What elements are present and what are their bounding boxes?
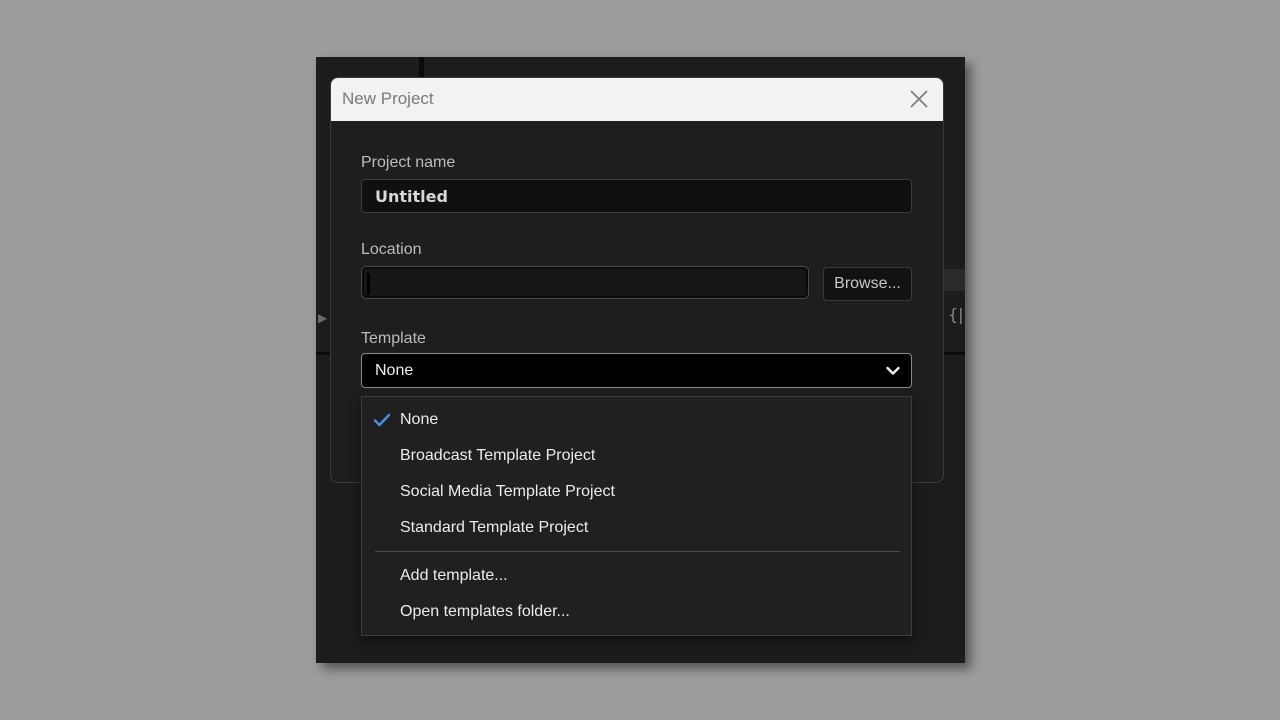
dialog-titlebar: New Project (331, 78, 943, 121)
template-option-social-media[interactable]: Social Media Template Project (362, 475, 911, 509)
template-select[interactable]: None (361, 353, 912, 388)
template-option-label: None (400, 411, 439, 428)
template-option-broadcast[interactable]: Broadcast Template Project (362, 439, 911, 473)
checkmark-icon (373, 413, 391, 427)
project-name-input[interactable]: Untitled (361, 179, 912, 213)
text-caret (367, 273, 370, 295)
menu-action-label: Add template... (400, 567, 508, 584)
browse-button[interactable]: Browse... (823, 267, 912, 301)
template-option-none[interactable]: None (362, 403, 911, 437)
dialog-title: New Project (342, 89, 434, 108)
location-input[interactable] (361, 266, 809, 299)
open-templates-folder-item[interactable]: Open templates folder... (362, 595, 911, 629)
background-panel-divider (419, 57, 424, 79)
project-name-label: Project name (361, 154, 456, 171)
close-button[interactable] (905, 85, 933, 113)
template-dropdown-menu: None Broadcast Template Project Social M… (361, 396, 912, 636)
play-icon: ▶ (318, 311, 328, 325)
template-label: Template (361, 330, 426, 347)
chevron-down-icon (886, 366, 900, 375)
template-select-value: None (375, 361, 414, 379)
close-icon (910, 90, 928, 108)
background-panel-tab (943, 269, 965, 291)
template-option-label: Standard Template Project (400, 519, 589, 536)
add-template-item[interactable]: Add template... (362, 559, 911, 593)
marker-icon: {| (948, 305, 964, 324)
template-option-standard[interactable]: Standard Template Project (362, 511, 911, 545)
location-label: Location (361, 241, 422, 258)
menu-separator (375, 551, 900, 552)
template-option-label: Broadcast Template Project (400, 447, 596, 464)
template-option-label: Social Media Template Project (400, 483, 615, 500)
menu-action-label: Open templates folder... (400, 603, 570, 620)
